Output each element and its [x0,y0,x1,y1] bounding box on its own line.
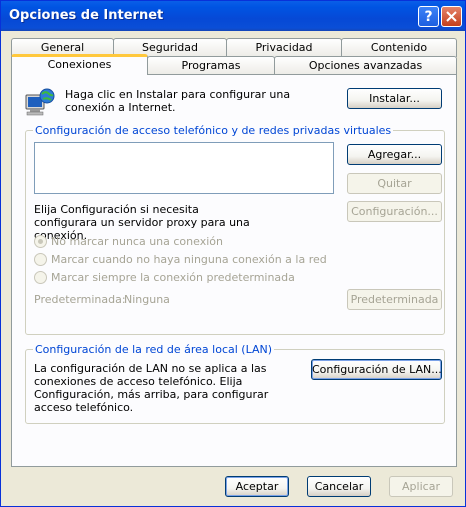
cancel-button[interactable]: Cancelar [307,476,371,497]
tab-content[interactable]: Contenido [341,38,457,57]
radio-dial-when-no-network[interactable] [34,253,47,266]
default-label: Predeterminada: [34,293,126,306]
ok-button[interactable]: Aceptar [225,476,289,497]
install-button[interactable]: Instalar... [347,88,442,109]
default-value: Ninguna [124,293,170,306]
radio-selected-dot [38,239,43,244]
remove-button[interactable]: Quitar [347,173,442,194]
apply-button[interactable]: Aplicar [389,476,453,497]
lan-settings-button[interactable]: Configuración de LAN... [311,359,442,380]
connections-list[interactable] [34,142,334,194]
radio-always-dial-label: Marcar siempre la conexión predeterminad… [51,271,295,284]
title-bar[interactable]: Opciones de Internet ? [1,1,465,31]
add-button[interactable]: Agregar... [347,144,442,165]
dialup-group-title: Configuración de acceso telefónico y de … [33,124,394,137]
lan-group-title: Configuración de la red de área local (L… [33,343,275,356]
close-icon [446,11,457,22]
globe-computer-icon [25,88,55,116]
connections-panel: Haga clic en Instalar para configurar un… [11,74,457,467]
settings-button[interactable]: Configuración... [347,201,442,222]
tab-programs[interactable]: Programas [147,56,275,75]
internet-options-window: Opciones de Internet ? General Seguridad… [0,0,466,507]
help-button[interactable]: ? [418,6,439,27]
tab-privacy[interactable]: Privacidad [226,38,342,57]
close-button[interactable] [441,6,462,27]
radio-dial-when-no-network-label: Marcar cuando no haya ninguna conexión a… [51,253,327,266]
lan-description: La configuración de LAN no se aplica a l… [34,362,269,414]
setup-description: Haga clic en Instalar para configurar un… [65,88,291,114]
question-mark-icon: ? [424,8,433,25]
radio-never-dial-label: No marcar nunca una conexión [51,235,223,248]
radio-never-dial[interactable] [34,235,47,248]
radio-always-dial[interactable] [34,271,47,284]
tab-connections[interactable]: Conexiones [11,54,148,75]
set-default-button[interactable]: Predeterminada [347,289,442,310]
window-title: Opciones de Internet [9,8,164,23]
tab-advanced-options[interactable]: Opciones avanzadas [274,56,457,75]
